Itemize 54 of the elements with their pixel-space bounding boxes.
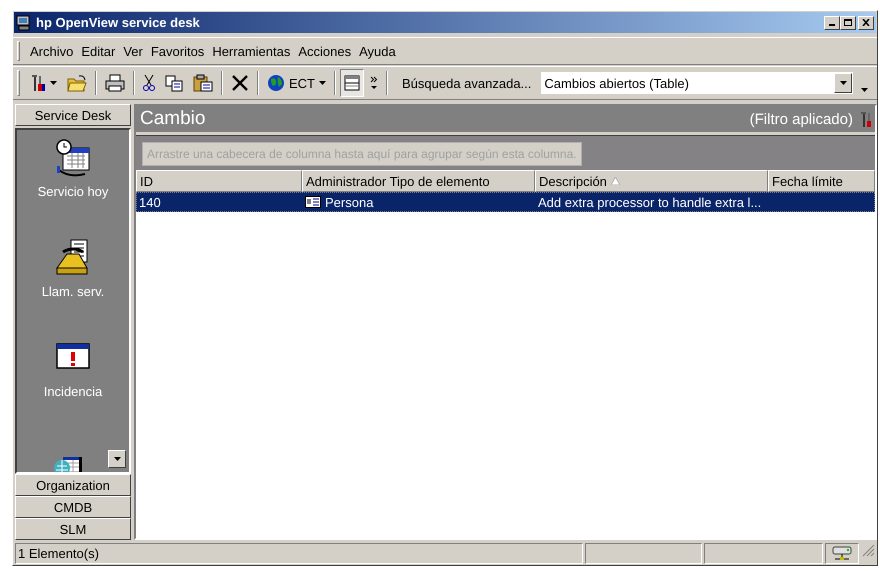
resize-grip-icon: [861, 543, 875, 557]
network-icon: [832, 546, 852, 562]
maximize-button[interactable]: [840, 16, 856, 30]
table-row[interactable]: 140 Persona Add extra processor to handle extra l...: [136, 192, 875, 212]
paste-icon: [193, 74, 213, 92]
table-cell-text: 140: [138, 194, 162, 211]
maximize-icon: [844, 19, 852, 26]
column-header[interactable]: Fecha límite: [768, 170, 875, 192]
table-cell-text: Add extra processor to handle extra l...: [537, 194, 762, 211]
tools-icon: [30, 74, 46, 92]
app-icon: [16, 14, 32, 30]
view-title: Cambio: [140, 108, 206, 130]
printer-icon: [105, 74, 125, 92]
column-header[interactable]: Descripción: [535, 170, 768, 192]
close-button[interactable]: [858, 16, 874, 30]
column-header[interactable]: Administrador Tipo de elemento: [302, 170, 535, 192]
menu-item[interactable]: Editar: [77, 42, 120, 60]
close-icon: [862, 19, 870, 26]
folder-icon: [67, 74, 87, 92]
sidebar-group-tab[interactable]: Organization: [15, 474, 131, 496]
copy-icon: [165, 74, 183, 92]
scroll-down-icon: [114, 457, 120, 461]
advanced-search-button[interactable]: Búsqueda avanzada...: [398, 69, 536, 97]
overflow-icon: [861, 88, 868, 92]
filter-tools-icon: [859, 111, 871, 127]
menu-item[interactable]: Ayuda: [355, 42, 400, 60]
shortcut-item[interactable]: Llam. serv.: [42, 238, 104, 338]
menu-item[interactable]: Archivo: [26, 42, 78, 60]
menu-item[interactable]: Acciones: [294, 42, 356, 60]
sidebar-group-tab[interactable]: SLM: [15, 518, 131, 540]
window-title: hp OpenView service desk: [36, 15, 201, 30]
table-cell: Persona: [303, 193, 536, 211]
caret-icon: [840, 81, 847, 85]
globe-icon: [267, 74, 285, 92]
menu-item[interactable]: Herramientas: [208, 42, 294, 60]
view-dropdown[interactable]: Cambios abiertos (Table): [541, 72, 854, 94]
globe-button[interactable]: ECT: [263, 69, 330, 97]
scroll-down-button[interactable]: [108, 450, 126, 468]
delete-icon: [231, 74, 249, 92]
menu-item[interactable]: Favoritos: [146, 42, 208, 60]
filter-status: (Filtro aplicado): [750, 110, 853, 128]
scissors-icon: [143, 74, 155, 92]
person-card-icon: [305, 196, 321, 208]
status-text: 1 Elemento(s): [15, 543, 583, 564]
sidebar-group-tab[interactable]: Service Desk: [15, 104, 131, 126]
layout-button[interactable]: [340, 69, 364, 97]
menu-item[interactable]: Ver: [119, 42, 147, 60]
shortcut-item[interactable]: Incidencia: [44, 338, 102, 438]
minimize-button[interactable]: [824, 16, 840, 30]
column-header[interactable]: ID: [136, 170, 302, 192]
sidebar-group-tab[interactable]: CMDB: [15, 496, 131, 518]
layout-icon: [344, 75, 360, 91]
chevron-icon: [370, 75, 378, 91]
shortcut-item[interactable]: Servicio hoy: [38, 138, 108, 238]
